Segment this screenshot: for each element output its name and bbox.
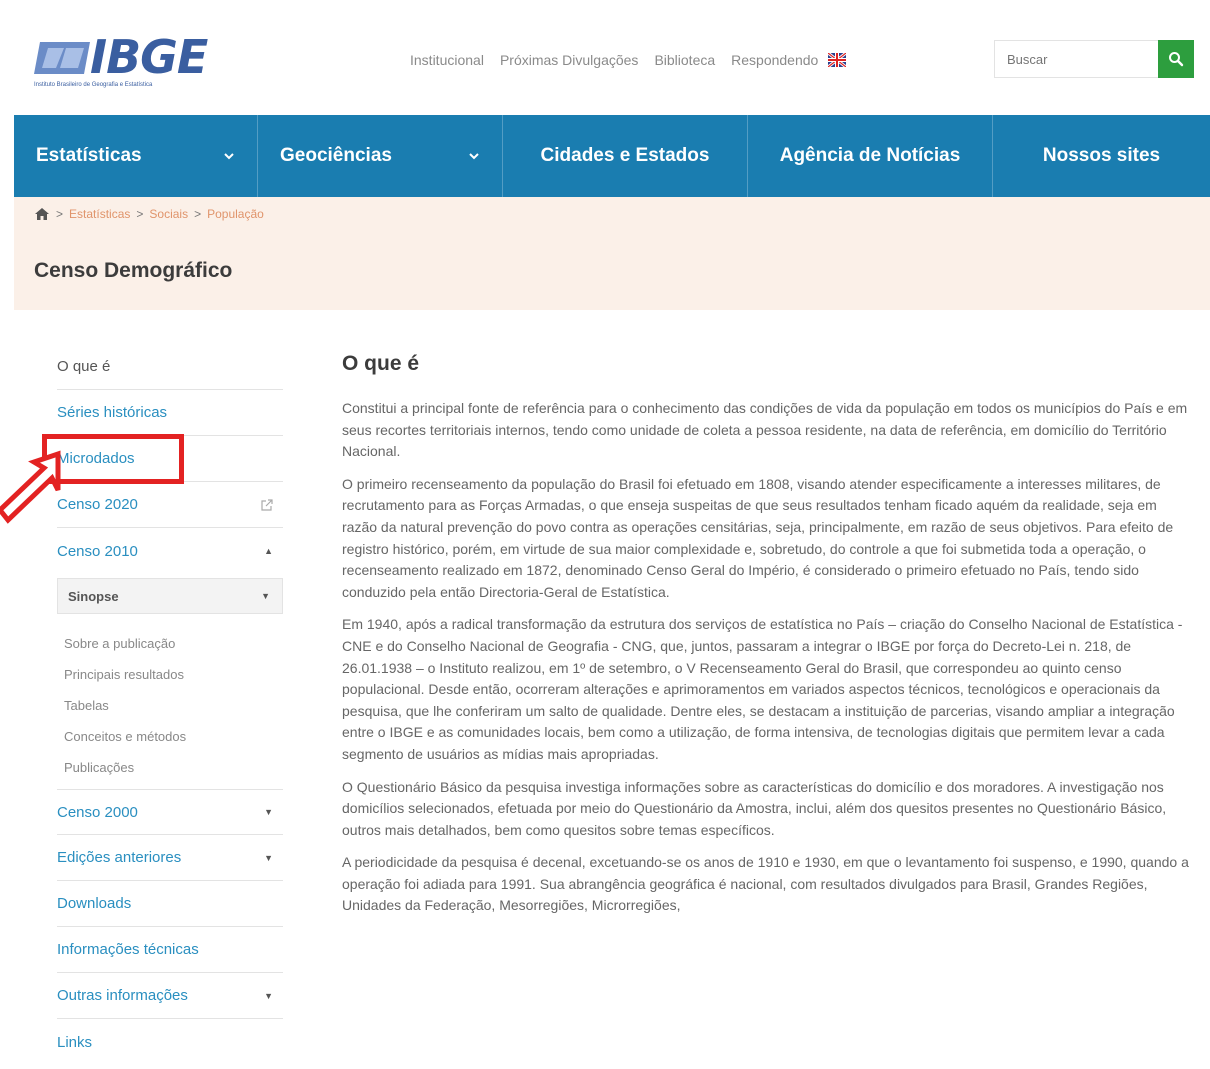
content-paragraph: O primeiro recenseamento da população do… xyxy=(342,475,1174,600)
nav-label: Nossos sites xyxy=(1042,145,1161,166)
chevron-down-icon xyxy=(224,153,234,160)
sidebar-item-edicoes-anteriores[interactable]: Edições anteriores ▼ xyxy=(57,835,283,881)
search-input[interactable] xyxy=(995,41,1179,77)
sidebar-item-label: Outras informações xyxy=(57,987,188,1004)
nav-label: Geociências xyxy=(280,145,392,166)
caret-down-icon: ▼ xyxy=(264,852,273,863)
submenu-sinopse[interactable]: Sinopse ▼ xyxy=(57,578,283,614)
breadcrumb: > Estatísticas > Sociais > População xyxy=(34,207,264,221)
caret-down-icon: ▼ xyxy=(264,990,273,1001)
caret-down-icon: ▼ xyxy=(261,591,270,601)
sidebar-item-o-que-e[interactable]: O que é xyxy=(57,344,283,390)
search-button[interactable] xyxy=(1158,40,1194,78)
nav-geociencias[interactable]: Geociências xyxy=(258,115,503,197)
content-paragraph: A periodicidade da pesquisa é decenal, e… xyxy=(342,854,1189,914)
sidebar-item-label: Séries históricas xyxy=(57,404,168,421)
nav-cidades-e-estados[interactable]: Cidades e Estados xyxy=(503,115,748,197)
top-link-respondendo[interactable]: Respondendo xyxy=(731,52,818,68)
caret-up-icon: ▲ xyxy=(264,546,273,556)
nav-nossos-sites[interactable]: Nossos sites xyxy=(993,115,1210,197)
main-nav: Estatísticas Geociências Cidades e Estad… xyxy=(14,115,1210,197)
top-link-proximas-divulgacoes[interactable]: Próximas Divulgações xyxy=(500,52,639,68)
content-paragraph: Constitui a principal fonte de referênci… xyxy=(342,400,1188,460)
breadcrumb-sociais[interactable]: Sociais xyxy=(149,207,188,221)
sidebar-item-censo-2020[interactable]: Censo 2020 xyxy=(57,482,283,528)
page: IBGE Instituto Brasileiro de Geografia e… xyxy=(14,0,1210,1069)
nav-label: Cidades e Estados xyxy=(540,145,710,166)
breadcrumb-estatisticas[interactable]: Estatísticas xyxy=(69,207,130,221)
page-title: Censo Demográfico xyxy=(34,259,233,282)
sidebar-item-label: Censo 2000 xyxy=(57,803,138,821)
content-paragraph: O Questionário Básico da pesquisa invest… xyxy=(342,778,1167,838)
main-content: O que é Constitui a principal fonte de r… xyxy=(342,352,1194,928)
breadcrumb-separator: > xyxy=(136,207,144,221)
submenu-item-conceitos-e-metodos[interactable]: Conceitos e métodos xyxy=(64,721,283,752)
sidebar-item-downloads[interactable]: Downloads xyxy=(57,881,283,927)
content-heading: O que é xyxy=(342,352,420,375)
home-icon[interactable] xyxy=(34,207,50,221)
nav-estatisticas[interactable]: Estatísticas xyxy=(14,115,258,197)
title-band: > Estatísticas > Sociais > População Cen… xyxy=(14,197,1210,310)
sidebar-item-series-historicas[interactable]: Séries históricas xyxy=(57,390,283,436)
sidebar-item-label: O que é xyxy=(57,358,111,375)
chevron-down-icon xyxy=(469,153,479,160)
breadcrumb-separator: > xyxy=(194,207,202,221)
nav-label: Agência de Notícias xyxy=(779,145,961,166)
top-link-biblioteca[interactable]: Biblioteca xyxy=(654,52,715,68)
uk-flag-icon[interactable] xyxy=(828,53,847,67)
caret-down-icon: ▼ xyxy=(264,807,273,817)
annotation-arrow-icon xyxy=(0,450,61,524)
top-links: Institucional Próximas Divulgações Bibli… xyxy=(410,52,847,68)
sidebar-item-label: Edições anteriores xyxy=(57,849,182,866)
sidebar-item-links[interactable]: Links xyxy=(57,1019,283,1065)
site-header: IBGE Instituto Brasileiro de Geografia e… xyxy=(14,0,1210,115)
sidebar-item-outras-informacoes[interactable]: Outras informações ▼ xyxy=(57,973,283,1019)
submenu-list: Sobre a publicação Principais resultados… xyxy=(57,618,283,789)
logo-text: IBGE xyxy=(90,30,208,84)
search-box xyxy=(994,40,1194,78)
sidebar-item-label: Downloads xyxy=(57,895,132,912)
sidebar-item-informacoes-tecnicas[interactable]: Informações técnicas xyxy=(57,927,283,973)
nav-agencia-de-noticias[interactable]: Agência de Notícias xyxy=(748,115,993,197)
submenu-item-publicacoes[interactable]: Publicações xyxy=(64,752,283,783)
submenu-label: Sinopse xyxy=(68,588,119,604)
nav-label: Estatísticas xyxy=(36,145,142,166)
sidebar-item-label: Informações técnicas xyxy=(57,941,199,958)
logo-subtitle: Instituto Brasileiro de Geografia e Esta… xyxy=(34,82,153,88)
external-link-icon xyxy=(261,498,273,511)
ibge-logo[interactable]: IBGE Instituto Brasileiro de Geografia e… xyxy=(34,30,234,92)
sidebar-item-censo-2010[interactable]: Censo 2010 ▲ xyxy=(57,528,283,574)
sidebar-item-label: Links xyxy=(57,1033,93,1051)
breadcrumb-populacao[interactable]: População xyxy=(207,207,264,221)
logo-mark-icon xyxy=(34,42,90,74)
top-link-institucional[interactable]: Institucional xyxy=(410,52,484,68)
submenu-item-tabelas[interactable]: Tabelas xyxy=(64,690,283,721)
search-icon xyxy=(1169,52,1184,67)
breadcrumb-separator: > xyxy=(56,207,64,221)
sidebar-item-censo-2000[interactable]: Censo 2000 ▼ xyxy=(57,789,283,835)
submenu-item-principais-resultados[interactable]: Principais resultados xyxy=(64,659,283,690)
content-paragraph: Em 1940, após a radical transformação da… xyxy=(342,616,1183,762)
submenu-item-sobre-a-publicacao[interactable]: Sobre a publicação xyxy=(64,628,283,659)
